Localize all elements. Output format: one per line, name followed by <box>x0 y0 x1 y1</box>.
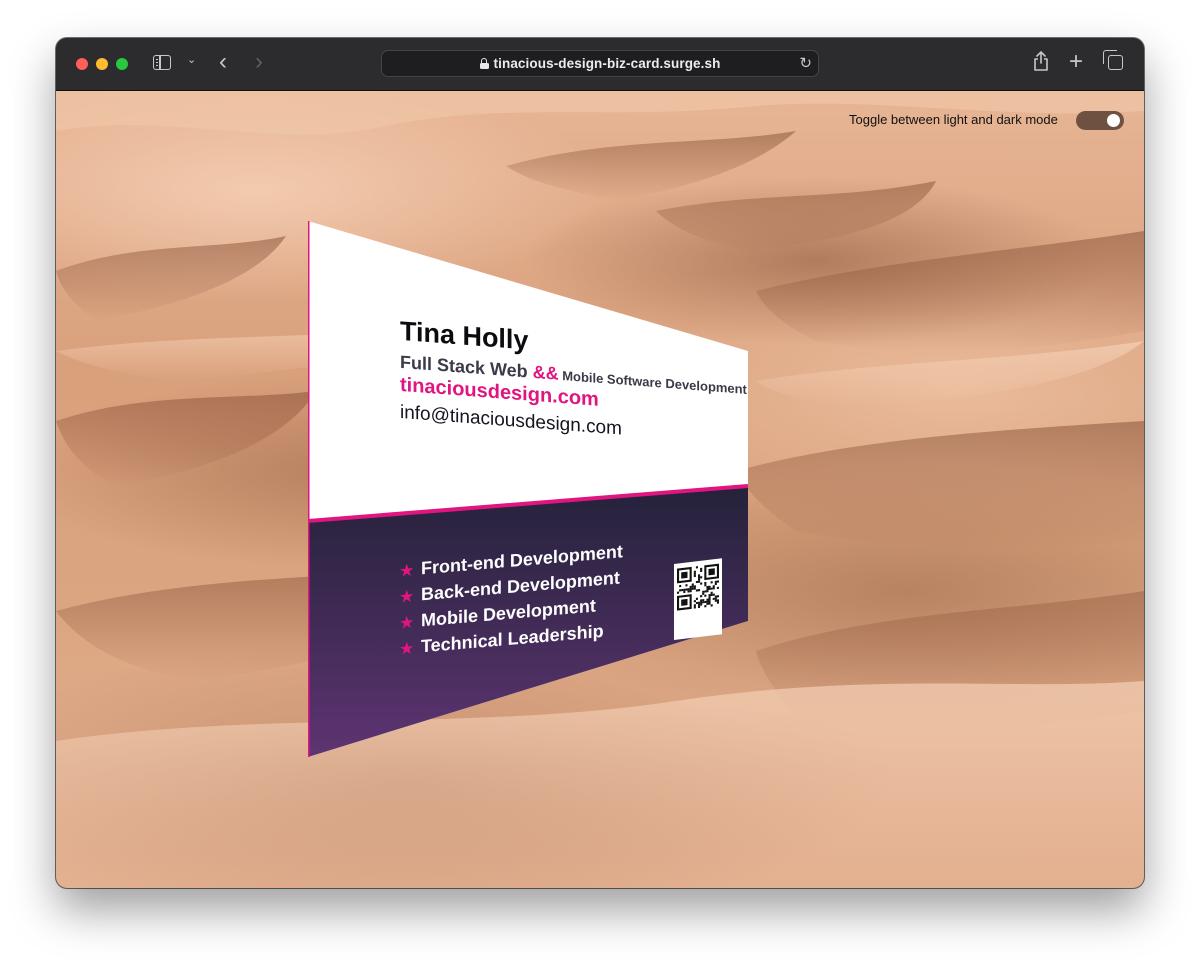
card-title-amp: && <box>533 362 559 384</box>
back-icon[interactable]: ‹ <box>219 48 227 76</box>
skill-star-icon: ★ <box>400 640 414 658</box>
theme-toggle-label: Toggle between light and dark mode <box>849 112 1058 127</box>
url-text[interactable]: tinacious-design-biz-card.surge.sh <box>494 56 721 71</box>
browser-window: ⌄ ‹ › tinacious-design-biz-card.surge.sh… <box>56 38 1144 888</box>
business-card: Tina Holly Full Stack Web && Mobile Soft… <box>308 221 748 757</box>
address-bar[interactable]: tinacious-design-biz-card.surge.sh ↻ <box>381 50 819 77</box>
forward-icon[interactable]: › <box>255 48 263 76</box>
skill-star-icon: ★ <box>400 614 414 632</box>
chevron-down-icon[interactable]: ⌄ <box>187 53 196 66</box>
plus-icon[interactable]: + <box>1069 48 1083 76</box>
skill-star-icon: ★ <box>400 562 414 580</box>
qr-code-icon <box>674 558 722 640</box>
lock-icon <box>479 58 489 69</box>
browser-toolbar: ⌄ ‹ › tinacious-design-biz-card.surge.sh… <box>56 38 1144 91</box>
page-viewport: Toggle between light and dark mode Tina … <box>56 91 1144 888</box>
maximize-window-button[interactable] <box>116 58 128 70</box>
theme-toggle-switch[interactable] <box>1076 111 1124 130</box>
skill-star-icon: ★ <box>400 588 414 606</box>
reload-icon[interactable]: ↻ <box>799 54 812 72</box>
minimize-window-button[interactable] <box>96 58 108 70</box>
close-window-button[interactable] <box>76 58 88 70</box>
sidebar-icon[interactable] <box>153 55 171 70</box>
tabs-icon[interactable] <box>1103 50 1123 70</box>
toggle-knob <box>1107 114 1120 127</box>
share-icon[interactable] <box>1033 51 1049 77</box>
